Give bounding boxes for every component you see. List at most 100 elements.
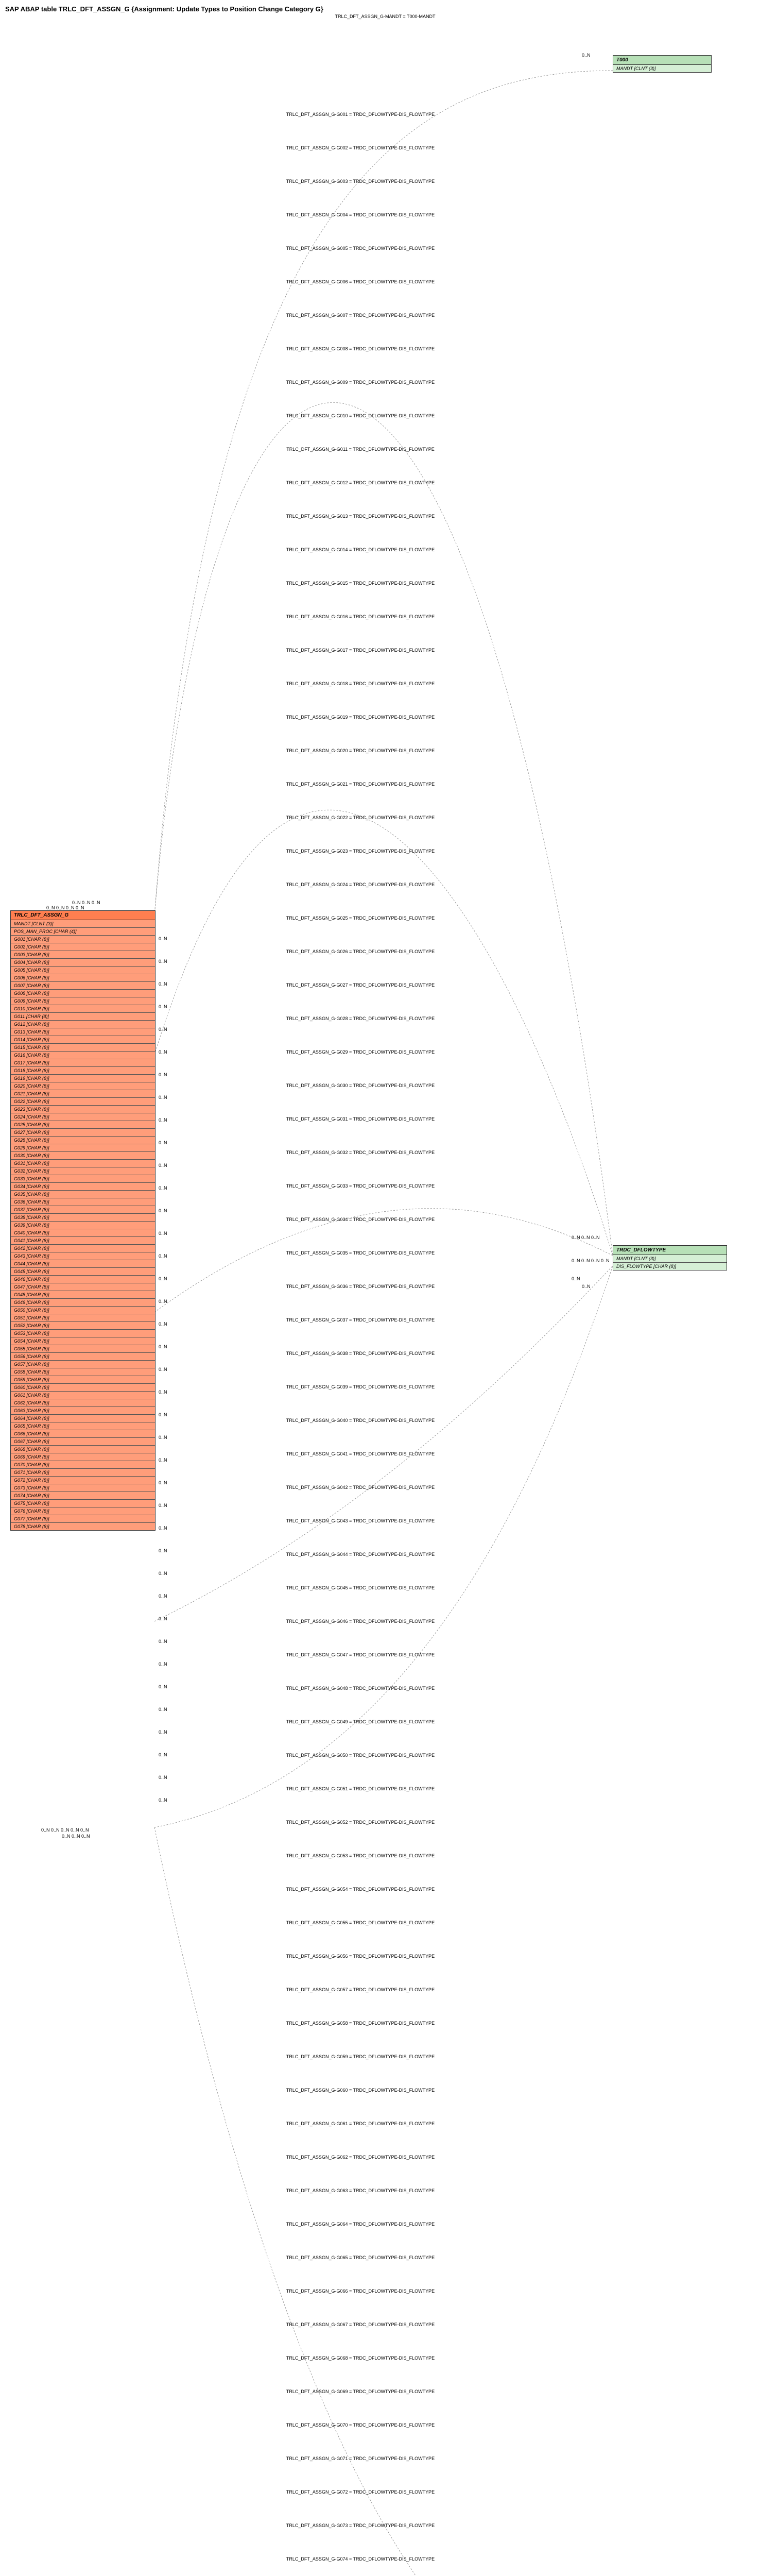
entity-main-row: G061 [CHAR (8)]	[11, 1392, 155, 1399]
entity-main-row: G020 [CHAR (8)]	[11, 1082, 155, 1090]
entity-flowtype-row: MANDT [CLNT (3)]	[613, 1255, 727, 1263]
cardinality-main-top2: 0..N 0..N 0..N 0..N	[46, 905, 84, 910]
edge-label: TRLC_DFT_ASSGN_G-G040 = TRDC_DFLOWTYPE-D…	[216, 1418, 505, 1423]
entity-main-row: G056 [CHAR (8)]	[11, 1353, 155, 1361]
entity-main-row: G060 [CHAR (8)]	[11, 1384, 155, 1392]
edge-label: TRLC_DFT_ASSGN_G-G026 = TRDC_DFLOWTYPE-D…	[216, 949, 505, 954]
edge-label: TRLC_DFT_ASSGN_G-G014 = TRDC_DFLOWTYPE-D…	[216, 547, 505, 552]
cardinality-side: 0..N	[159, 1662, 167, 1667]
entity-main-row: G050 [CHAR (8)]	[11, 1307, 155, 1314]
entity-main-row: G013 [CHAR (8)]	[11, 1028, 155, 1036]
edge-label: TRLC_DFT_ASSGN_G-G018 = TRDC_DFLOWTYPE-D…	[216, 681, 505, 686]
entity-main-row: G066 [CHAR (8)]	[11, 1430, 155, 1438]
cardinality-flowtype-a: 0..N 0..N 0..N	[572, 1235, 600, 1240]
entity-main-header: TRLC_DFT_ASSGN_G	[11, 911, 155, 920]
entity-main-row: G002 [CHAR (8)]	[11, 943, 155, 951]
entity-main-row: G076 [CHAR (8)]	[11, 1507, 155, 1515]
edge-label: TRLC_DFT_ASSGN_G-G063 = TRDC_DFLOWTYPE-D…	[216, 2188, 505, 2193]
entity-main-row: G063 [CHAR (8)]	[11, 1407, 155, 1415]
diagram: T000 MANDT [CLNT (3)] 0..N TRLC_DFT_ASSG…	[5, 24, 755, 2576]
edge-label: TRLC_DFT_ASSGN_G-G058 = TRDC_DFLOWTYPE-D…	[216, 2021, 505, 2026]
edge-label: TRLC_DFT_ASSGN_G-G017 = TRDC_DFLOWTYPE-D…	[216, 648, 505, 653]
edge-label: TRLC_DFT_ASSGN_G-G061 = TRDC_DFLOWTYPE-D…	[216, 2121, 505, 2126]
entity-main-row: G055 [CHAR (8)]	[11, 1345, 155, 1353]
edge-label: TRLC_DFT_ASSGN_G-G030 = TRDC_DFLOWTYPE-D…	[216, 1083, 505, 1088]
entity-t000: T000 MANDT [CLNT (3)]	[613, 55, 712, 73]
edge-label: TRLC_DFT_ASSGN_G-G062 = TRDC_DFLOWTYPE-D…	[216, 2155, 505, 2160]
cardinality-side: 0..N	[159, 1299, 167, 1304]
cardinality-side: 0..N	[159, 1775, 167, 1780]
entity-main-row: G022 [CHAR (8)]	[11, 1098, 155, 1106]
edge-label: TRLC_DFT_ASSGN_G-G043 = TRDC_DFLOWTYPE-D…	[216, 1518, 505, 1523]
cardinality-side: 0..N	[159, 981, 167, 987]
page-subtitle: TRLC_DFT_ASSGN_G-MANDT = T000-MANDT	[5, 14, 760, 19]
cardinality-side: 0..N	[159, 1594, 167, 1599]
edge-label: TRLC_DFT_ASSGN_G-G041 = TRDC_DFLOWTYPE-D…	[216, 1451, 505, 1456]
edge-label: TRLC_DFT_ASSGN_G-G010 = TRDC_DFLOWTYPE-D…	[216, 413, 505, 418]
cardinality-side: 0..N	[159, 1072, 167, 1077]
entity-main-row: G046 [CHAR (8)]	[11, 1276, 155, 1283]
edge-label: TRLC_DFT_ASSGN_G-G022 = TRDC_DFLOWTYPE-D…	[216, 815, 505, 820]
cardinality-side: 0..N	[159, 1367, 167, 1372]
edge-label: TRLC_DFT_ASSGN_G-G007 = TRDC_DFLOWTYPE-D…	[216, 313, 505, 318]
edge-label: TRLC_DFT_ASSGN_G-G070 = TRDC_DFLOWTYPE-D…	[216, 2422, 505, 2428]
edge-label: TRLC_DFT_ASSGN_G-G034 = TRDC_DFLOWTYPE-D…	[216, 1217, 505, 1222]
entity-main-row: G011 [CHAR (8)]	[11, 1013, 155, 1021]
entity-main-row: G010 [CHAR (8)]	[11, 1005, 155, 1013]
cardinality-side: 0..N	[159, 1140, 167, 1145]
entity-main-row: G039 [CHAR (8)]	[11, 1222, 155, 1229]
entity-main-row: G062 [CHAR (8)]	[11, 1399, 155, 1407]
edge-label: TRLC_DFT_ASSGN_G-G029 = TRDC_DFLOWTYPE-D…	[216, 1049, 505, 1055]
edge-label: TRLC_DFT_ASSGN_G-G033 = TRDC_DFLOWTYPE-D…	[216, 1183, 505, 1189]
entity-main-row: G069 [CHAR (8)]	[11, 1453, 155, 1461]
entity-main-row: G048 [CHAR (8)]	[11, 1291, 155, 1299]
edge-label: TRLC_DFT_ASSGN_G-G059 = TRDC_DFLOWTYPE-D…	[216, 2054, 505, 2059]
edge-label: TRLC_DFT_ASSGN_G-G060 = TRDC_DFLOWTYPE-D…	[216, 2088, 505, 2093]
entity-main-row: G018 [CHAR (8)]	[11, 1067, 155, 1075]
entity-main-row: G008 [CHAR (8)]	[11, 990, 155, 997]
entity-t000-row: MANDT [CLNT (3)]	[613, 65, 711, 72]
cardinality-side: 0..N	[159, 1616, 167, 1621]
page-title: SAP ABAP table TRLC_DFT_ASSGN_G {Assignm…	[5, 5, 760, 13]
cardinality-side: 0..N	[159, 1526, 167, 1531]
entity-main-row: G077 [CHAR (8)]	[11, 1515, 155, 1523]
cardinality-side: 0..N	[159, 1548, 167, 1553]
edge-label: TRLC_DFT_ASSGN_G-G050 = TRDC_DFLOWTYPE-D…	[216, 1753, 505, 1758]
cardinality-side: 0..N	[159, 1707, 167, 1712]
cardinality-side: 0..N	[159, 1412, 167, 1417]
cardinality-side: 0..N	[159, 1752, 167, 1757]
entity-main-row: G012 [CHAR (8)]	[11, 1021, 155, 1028]
edge-label: TRLC_DFT_ASSGN_G-G056 = TRDC_DFLOWTYPE-D…	[216, 1954, 505, 1959]
entity-main-row: G032 [CHAR (8)]	[11, 1167, 155, 1175]
edge-label: TRLC_DFT_ASSGN_G-G042 = TRDC_DFLOWTYPE-D…	[216, 1485, 505, 1490]
entity-main-row: G058 [CHAR (8)]	[11, 1368, 155, 1376]
entity-main-row: G028 [CHAR (8)]	[11, 1137, 155, 1144]
edge-label: TRLC_DFT_ASSGN_G-G046 = TRDC_DFLOWTYPE-D…	[216, 1619, 505, 1624]
edge-label: TRLC_DFT_ASSGN_G-G044 = TRDC_DFLOWTYPE-D…	[216, 1552, 505, 1557]
entity-main-row: G037 [CHAR (8)]	[11, 1206, 155, 1214]
cardinality-side: 0..N	[159, 1117, 167, 1123]
cardinality-side: 0..N	[159, 1095, 167, 1100]
entity-main-row: G027 [CHAR (8)]	[11, 1129, 155, 1137]
edge-label: TRLC_DFT_ASSGN_G-G001 = TRDC_DFLOWTYPE-D…	[216, 112, 505, 117]
entity-flowtype-row: DIS_FLOWTYPE [CHAR (8)]	[613, 1263, 727, 1270]
entity-main-row: G054 [CHAR (8)]	[11, 1337, 155, 1345]
cardinality-flowtype-c: 0..N	[572, 1276, 580, 1281]
entity-flowtype-header: TRDC_DFLOWTYPE	[613, 1246, 727, 1255]
entity-main-row: G078 [CHAR (8)]	[11, 1523, 155, 1530]
edge-label: TRLC_DFT_ASSGN_G-G004 = TRDC_DFLOWTYPE-D…	[216, 212, 505, 217]
entity-main-row: G074 [CHAR (8)]	[11, 1492, 155, 1500]
edge-label: TRLC_DFT_ASSGN_G-G012 = TRDC_DFLOWTYPE-D…	[216, 480, 505, 485]
edge-label: TRLC_DFT_ASSGN_G-G006 = TRDC_DFLOWTYPE-D…	[216, 279, 505, 284]
cardinality-side: 0..N	[159, 1458, 167, 1463]
entity-main-row: G049 [CHAR (8)]	[11, 1299, 155, 1307]
edge-label: TRLC_DFT_ASSGN_G-G024 = TRDC_DFLOWTYPE-D…	[216, 882, 505, 887]
entity-main-row: G001 [CHAR (8)]	[11, 936, 155, 943]
edge-label: TRLC_DFT_ASSGN_G-G031 = TRDC_DFLOWTYPE-D…	[216, 1116, 505, 1122]
entity-main-row: G057 [CHAR (8)]	[11, 1361, 155, 1368]
edge-label: TRLC_DFT_ASSGN_G-G023 = TRDC_DFLOWTYPE-D…	[216, 849, 505, 854]
cardinality-side: 0..N	[159, 1049, 167, 1055]
cardinality-side: 0..N	[159, 1571, 167, 1576]
entity-main-row: G009 [CHAR (8)]	[11, 997, 155, 1005]
entity-main-row: G029 [CHAR (8)]	[11, 1144, 155, 1152]
